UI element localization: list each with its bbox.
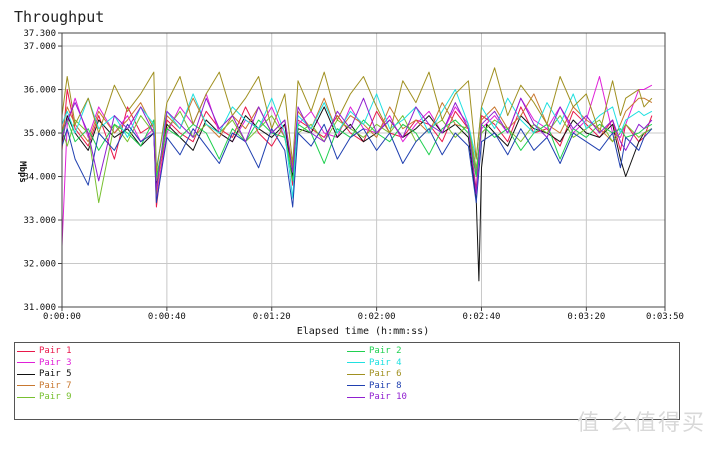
x-tick-label: 0:03:20 <box>567 312 605 322</box>
legend-swatch <box>17 396 35 398</box>
legend-swatch <box>347 373 365 375</box>
y-tick-label: 31.000 <box>23 303 56 313</box>
legend-item-pair-5: Pair 5 <box>17 368 72 380</box>
x-axis-label: Elapsed time (h:mm:ss) <box>297 326 429 337</box>
legend-label: Pair 9 <box>39 392 72 403</box>
legend-item-pair-7: Pair 7 <box>17 380 72 392</box>
legend-label: Pair 3 <box>39 357 72 368</box>
y-tick-label: 37.000 <box>23 42 56 52</box>
legend-swatch <box>17 362 35 364</box>
legend-item-pair-10: Pair 10 <box>347 391 407 403</box>
legend-label: Pair 5 <box>39 369 72 380</box>
legend-label: Pair 8 <box>369 380 402 391</box>
legend-swatch <box>347 350 365 352</box>
y-tick-label: 35.000 <box>23 129 56 139</box>
legend-swatch <box>17 350 35 352</box>
series-line-pair-10 <box>61 97 653 195</box>
y-tick-label: 36.000 <box>23 86 56 96</box>
legend-swatch <box>17 385 35 387</box>
series-layer <box>61 67 653 282</box>
legend-label: Pair 7 <box>39 380 72 391</box>
series-line-pair-1 <box>61 89 653 208</box>
legend-label: Pair 6 <box>369 369 402 380</box>
legend-swatch <box>347 362 365 364</box>
x-tick-label: 0:00:00 <box>43 312 81 322</box>
legend-swatch <box>347 396 365 398</box>
legend-label: Pair 2 <box>369 346 402 356</box>
y-tick-label: 33.000 <box>23 216 56 226</box>
legend-item-pair-4: Pair 4 <box>347 357 402 369</box>
legend-item-pair-8: Pair 8 <box>347 380 402 392</box>
x-tick-label: 0:02:40 <box>463 312 501 322</box>
legend-item-pair-3: Pair 3 <box>17 357 72 369</box>
legend-label: Pair 4 <box>369 357 402 368</box>
legend-item-pair-9: Pair 9 <box>17 391 72 403</box>
x-tick-label: 0:01:20 <box>253 312 291 322</box>
legend-item-pair-1: Pair 1 <box>17 345 72 357</box>
legend-label: Pair 10 <box>369 392 407 403</box>
y-tick-label: 32.000 <box>23 260 56 270</box>
axis-layer: 0:00:00 0:00:40 0:01:20 0:02:00 0:02:40 0:03:… <box>23 29 683 322</box>
legend-swatch <box>17 373 35 375</box>
x-tick-label: 0:02:00 <box>358 312 396 322</box>
x-tick-label: 0:00:40 <box>148 312 186 322</box>
series-line-pair-3 <box>61 76 653 247</box>
y-tick-label: 37.300 <box>23 29 56 39</box>
legend-item-pair-6: Pair 6 <box>347 368 402 380</box>
throughput-chart: 0:00:00 0:00:40 0:01:20 0:02:00 0:02:40 0:03:… <box>17 29 684 337</box>
legend-item-pair-2: Pair 2 <box>347 345 402 357</box>
series-line-pair-7 <box>61 93 653 195</box>
x-tick-label: 0:03:50 <box>646 312 684 322</box>
y-tick-label: 34.000 <box>23 173 56 183</box>
legend-label: Pair 1 <box>39 346 72 356</box>
legend-swatch <box>347 385 365 387</box>
watermark: 值 么值得买 <box>577 411 706 436</box>
series-line-pair-4 <box>61 89 653 199</box>
y-axis-label: Mbps <box>17 161 27 183</box>
